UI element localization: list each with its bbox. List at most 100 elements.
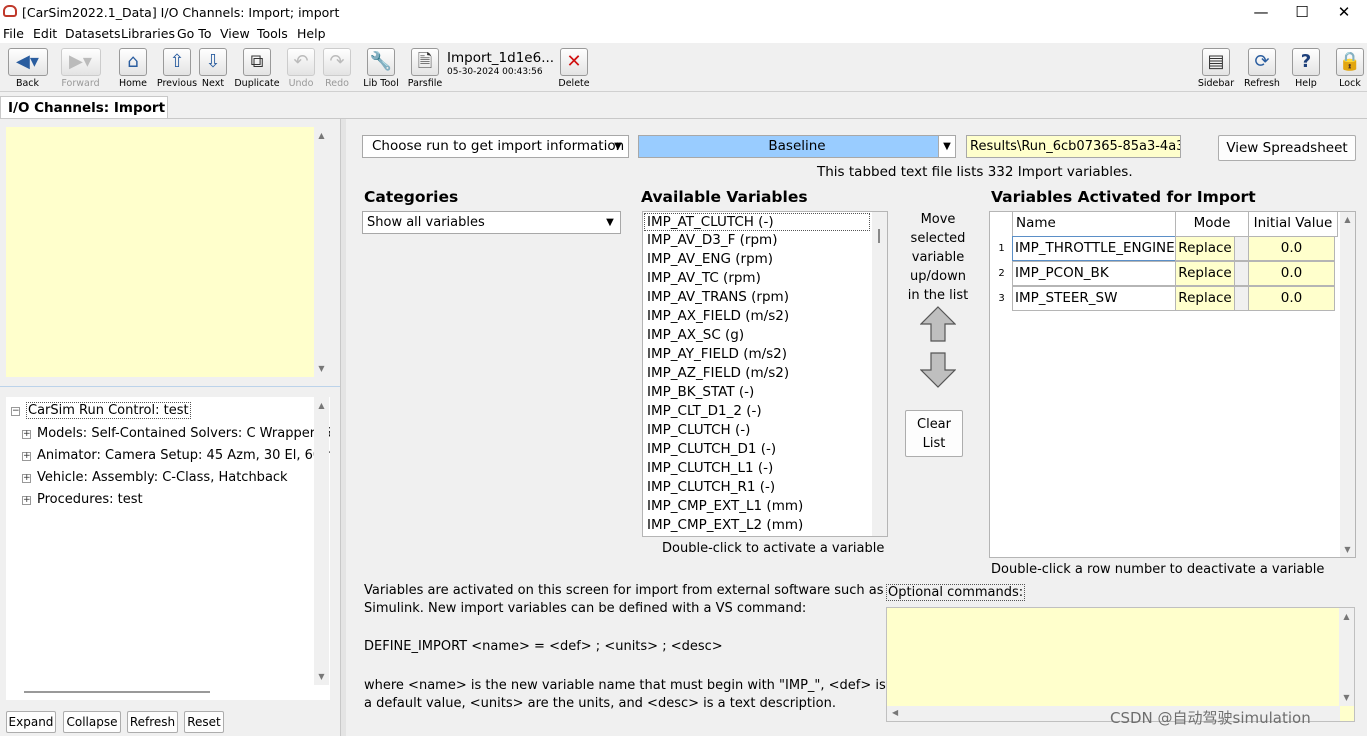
tree-scrollbar[interactable]: ▲ ▼ xyxy=(314,397,329,685)
lock-button[interactable]: 🔒 Lock xyxy=(1335,43,1365,91)
baseline-select[interactable]: Baseline ▼ xyxy=(638,135,956,158)
duplicate-button[interactable]: ⧉ Duplicate xyxy=(234,43,280,91)
available-variable-item[interactable]: IMP_CLT_D1_2 (-) xyxy=(647,403,762,419)
mode-cell[interactable]: Replace xyxy=(1175,236,1235,261)
available-variable-item[interactable]: IMP_AV_ENG (rpm) xyxy=(647,251,773,267)
column-header-initial-value: Initial Value xyxy=(1248,212,1338,237)
menu-goto[interactable]: Go To xyxy=(177,26,211,41)
grid-scrollbar[interactable]: ▲ ▼ xyxy=(1340,212,1355,557)
available-variable-item[interactable]: IMP_AV_D3_F (rpm) xyxy=(647,232,777,248)
next-button[interactable]: ⇩ Next xyxy=(198,43,228,91)
window-title: [CarSim2022.1_Data] I/O Channels: Import… xyxy=(22,5,340,20)
available-variable-item[interactable]: IMP_AV_TRANS (rpm) xyxy=(647,289,789,305)
initial-value-cell[interactable]: 0.0 xyxy=(1248,261,1335,286)
categories-select[interactable]: Show all variables ▼ xyxy=(362,211,621,234)
initial-value-cell[interactable]: 0.0 xyxy=(1248,236,1335,261)
scroll-thumb[interactable] xyxy=(878,229,880,243)
menu-file[interactable]: File xyxy=(3,26,24,41)
available-variable-item[interactable]: IMP_CLUTCH_D1 (-) xyxy=(647,441,776,457)
scroll-down-icon: ▼ xyxy=(1344,545,1351,554)
collapse-button[interactable]: Collapse xyxy=(63,711,121,733)
pane-splitter[interactable] xyxy=(340,119,346,736)
available-variable-item[interactable]: IMP_AV_TC (rpm) xyxy=(647,270,761,286)
clear-list-button[interactable]: Clear List xyxy=(905,410,963,457)
notes-scrollbar[interactable]: ▲ ▼ xyxy=(314,127,329,377)
available-variable-item[interactable]: IMP_CLUTCH_R1 (-) xyxy=(647,479,775,495)
list-scrollbar[interactable] xyxy=(872,212,887,536)
back-button[interactable]: ◀▾ Back xyxy=(5,43,50,91)
dataset-date: 05-30-2024 00:43:56 xyxy=(447,67,543,77)
mode-dropdown[interactable] xyxy=(1234,236,1249,261)
home-icon: ⌂ xyxy=(119,48,147,76)
menu-tools[interactable]: Tools xyxy=(257,26,288,41)
refresh-toolbar-button[interactable]: ⟳ Refresh xyxy=(1244,43,1280,91)
menu-datasets[interactable]: Datasets xyxy=(65,26,120,41)
optional-commands-field[interactable]: ▲ ▼ ◀ xyxy=(886,607,1355,722)
tree-item-run-control[interactable]: − CarSim Run Control: test xyxy=(11,402,191,419)
expand-button[interactable]: Expand xyxy=(6,711,56,733)
run-select[interactable]: Choose run to get import information ▼ xyxy=(362,135,629,158)
parsfile-button[interactable]: 🗎 Parsfile xyxy=(408,43,442,91)
available-variable-item[interactable]: IMP_AY_FIELD (m/s2) xyxy=(647,346,787,362)
view-spreadsheet-button[interactable]: View Spreadsheet xyxy=(1218,135,1356,161)
available-variable-item[interactable]: IMP_CLUTCH (-) xyxy=(647,422,750,438)
mode-dropdown[interactable] xyxy=(1234,261,1249,286)
results-path-field[interactable]: Results\Run_6cb07365-85a3-4a3b-95 xyxy=(966,135,1181,158)
move-up-arrow-icon[interactable] xyxy=(920,306,956,342)
row-number[interactable]: 1 xyxy=(990,236,1013,261)
reset-button[interactable]: Reset xyxy=(184,711,224,733)
close-window-button[interactable]: ✕ xyxy=(1321,0,1367,25)
tree-h-scrollbar[interactable] xyxy=(24,691,210,693)
menu-edit[interactable]: Edit xyxy=(33,26,57,41)
refresh-button[interactable]: Refresh xyxy=(127,711,178,733)
description-line-4: where <name> is the new variable name th… xyxy=(364,678,886,693)
notes-area[interactable] xyxy=(6,127,314,377)
menu-libraries[interactable]: Libraries xyxy=(121,26,175,41)
scroll-down-icon: ▼ xyxy=(318,672,325,681)
tree-item-animator[interactable]: + Animator: Camera Setup: 45 Azm, 30 El,… xyxy=(22,448,330,463)
sidebar-button[interactable]: ▤ Sidebar xyxy=(1198,43,1234,91)
mode-dropdown[interactable] xyxy=(1234,286,1249,311)
mode-cell[interactable]: Replace xyxy=(1175,286,1235,311)
available-variable-item[interactable]: IMP_AX_SC (g) xyxy=(647,327,744,343)
commands-v-scrollbar[interactable]: ▲ ▼ xyxy=(1339,608,1354,706)
initial-value-cell[interactable]: 0.0 xyxy=(1248,286,1335,311)
toolbar: ◀▾ Back ▶▾ Forward ⌂ Home ⇧ Previous ⇩ N… xyxy=(0,43,1367,92)
available-variable-item[interactable]: IMP_CMP_EXT_L1 (mm) xyxy=(647,498,803,514)
delete-button[interactable]: ✕ Delete xyxy=(558,43,590,91)
dataset-name: Import_1d1e6... xyxy=(447,50,555,66)
maximize-button[interactable]: ☐ xyxy=(1279,0,1325,25)
expand-icon: + xyxy=(22,495,31,505)
undo-icon: ↶ xyxy=(287,48,315,76)
sidebar-icon: ▤ xyxy=(1202,48,1230,76)
mode-cell[interactable]: Replace xyxy=(1175,261,1235,286)
forward-button[interactable]: ▶▾ Forward xyxy=(58,43,103,91)
available-variable-item[interactable]: IMP_CLUTCH_L1 (-) xyxy=(647,460,773,476)
row-number[interactable]: 2 xyxy=(990,261,1013,286)
move-down-arrow-icon[interactable] xyxy=(920,352,956,388)
available-variable-item[interactable]: IMP_AT_CLUTCH (-) xyxy=(644,213,870,231)
home-button[interactable]: ⌂ Home xyxy=(118,43,148,91)
tab-io-channels-import[interactable]: I/O Channels: Import xyxy=(0,96,168,118)
variable-name-cell[interactable]: IMP_THROTTLE_ENGINE xyxy=(1012,236,1176,261)
variable-name-cell[interactable]: IMP_STEER_SW xyxy=(1012,286,1176,311)
activated-hint: Double-click a row number to deactivate … xyxy=(991,562,1325,577)
tree-item-models[interactable]: + Models: Self-Contained Solvers: C Wrap… xyxy=(22,426,330,441)
menu-view[interactable]: View xyxy=(220,26,250,41)
lib-tool-button[interactable]: 🔧 Lib Tool xyxy=(363,43,399,91)
left-pane-splitter[interactable] xyxy=(0,386,340,387)
available-variable-item[interactable]: IMP_AX_FIELD (m/s2) xyxy=(647,308,789,324)
available-variables-list[interactable]: IMP_AT_CLUTCH (-) IMP_AV_D3_F (rpm) IMP_AV… xyxy=(642,211,888,537)
row-number[interactable]: 3 xyxy=(990,286,1013,311)
redo-button[interactable]: ↷ Redo xyxy=(322,43,352,91)
available-variable-item[interactable]: IMP_AZ_FIELD (m/s2) xyxy=(647,365,789,381)
help-button[interactable]: ? Help xyxy=(1291,43,1321,91)
tree-item-procedures[interactable]: + Procedures: test xyxy=(22,492,143,507)
menu-help[interactable]: Help xyxy=(297,26,326,41)
available-variable-item[interactable]: IMP_CMP_EXT_L2 (mm) xyxy=(647,517,803,533)
minimize-button[interactable]: — xyxy=(1238,0,1284,25)
available-variable-item[interactable]: IMP_BK_STAT (-) xyxy=(647,384,754,400)
question-icon: ? xyxy=(1292,48,1320,76)
tree-item-vehicle[interactable]: + Vehicle: Assembly: C-Class, Hatchback xyxy=(22,470,288,485)
variable-name-cell[interactable]: IMP_PCON_BK xyxy=(1012,261,1176,286)
